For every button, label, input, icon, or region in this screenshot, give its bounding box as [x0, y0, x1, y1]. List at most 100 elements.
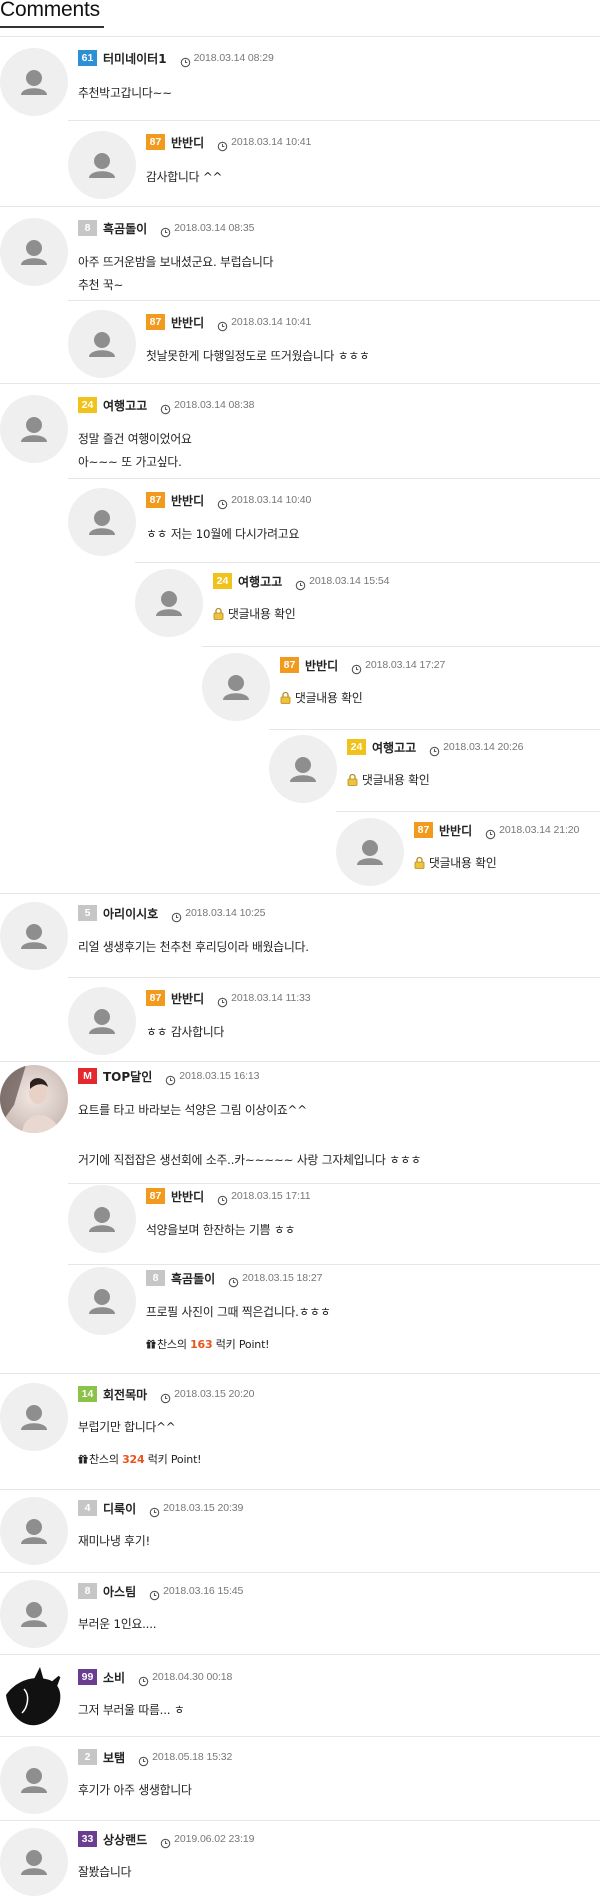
author-nickname[interactable]: 여행고고	[238, 573, 282, 590]
level-badge: 61	[78, 50, 97, 66]
comment-text: 재미나냉 후기!	[78, 1532, 150, 1549]
author-nickname[interactable]: 반반디	[439, 822, 472, 839]
avatar[interactable]	[68, 488, 136, 556]
avatar[interactable]	[0, 1580, 68, 1648]
comment-date: 2018.03.15 20:20	[174, 1388, 255, 1400]
comment-divider	[0, 1736, 600, 1737]
author-nickname[interactable]: 반반디	[171, 990, 204, 1007]
comment-line: ㅎㅎ 감사합니다	[146, 1025, 225, 1039]
lucky-point-notice: 찬스의 163 럭키 Point!	[146, 1336, 270, 1352]
avatar[interactable]	[269, 735, 337, 803]
comment-text: 잘봤습니다	[78, 1863, 131, 1880]
reply-item: 87 반반디 2018.03.14 11:33 ㅎㅎ 감사합니다	[68, 977, 600, 1061]
comment-meta: 8 흑곰돌이 2018.03.14 08:35	[78, 219, 254, 237]
comment-line: 리얼 생생후기는 천추천 후리딩이라 배웠습니다.	[78, 940, 309, 954]
comment-text: 석양을보며 한잔하는 기쁨 ㅎㅎ	[146, 1221, 295, 1238]
comment-line: 후기가 아주 생생합니다	[78, 1783, 192, 1797]
comment-divider	[0, 1654, 600, 1655]
author-nickname[interactable]: 보탬	[103, 1749, 125, 1766]
comment-line: 댓글내용 확인	[429, 856, 497, 870]
avatar[interactable]	[135, 569, 203, 637]
level-badge: 5	[78, 905, 97, 921]
author-nickname[interactable]: 소비	[103, 1669, 125, 1686]
comment-meta: 24 여행고고 2018.03.14 08:38	[78, 396, 254, 414]
avatar[interactable]	[0, 1828, 68, 1896]
comment-meta: 24 여행고고 2018.03.14 15:54	[213, 572, 389, 590]
author-nickname[interactable]: 아스팀	[103, 1583, 136, 1600]
avatar[interactable]	[336, 818, 404, 886]
comment-line: 추천박고갑니다~~	[78, 86, 172, 100]
author-nickname[interactable]: 회전목마	[103, 1386, 147, 1403]
secret-comment-text[interactable]: 댓글내용 확인	[414, 854, 497, 871]
comment-line: 추천 꾹~	[78, 278, 124, 292]
default-user-icon	[21, 1519, 47, 1544]
level-badge: 2	[78, 1749, 97, 1765]
author-nickname[interactable]: 반반디	[171, 134, 204, 151]
author-nickname[interactable]: 반반디	[171, 314, 204, 331]
avatar[interactable]	[68, 1267, 136, 1335]
comment-divider	[0, 1820, 600, 1821]
avatar[interactable]	[0, 1746, 68, 1814]
comment-date: 2018.03.15 17:11	[231, 1190, 311, 1202]
author-nickname[interactable]: 터미네이터1	[103, 50, 167, 67]
comment-item: 14 회전목마 2018.03.15 20:20 부럽기만 합니다^^ 찬스의 324 …	[0, 1373, 600, 1489]
comment-line: 재미나냉 후기!	[78, 1534, 150, 1548]
reply-item: 87 반반디 2018.03.15 17:11 석양을보며 한잔하는 기쁨 ㅎㅎ	[68, 1183, 600, 1264]
comment-date: 2018.03.15 20:39	[163, 1502, 244, 1514]
author-nickname[interactable]: 흑곰돌이	[171, 1270, 215, 1287]
secret-comment-text[interactable]: 댓글내용 확인	[347, 771, 430, 788]
avatar[interactable]	[68, 1185, 136, 1253]
comment-meta: 87 반반디 2018.03.14 10:41	[146, 313, 311, 331]
clock-icon	[171, 908, 182, 922]
default-user-icon	[21, 924, 47, 949]
author-nickname[interactable]: 상상랜드	[103, 1831, 147, 1848]
author-nickname[interactable]: 흑곰돌이	[103, 220, 147, 237]
comment-text: 후기가 아주 생생합니다	[78, 1781, 192, 1798]
avatar[interactable]	[0, 218, 68, 286]
author-nickname[interactable]: 여행고고	[372, 739, 416, 756]
clock-icon	[217, 993, 228, 1007]
comment-divider	[0, 1373, 600, 1374]
comment-line: 잘봤습니다	[78, 1865, 132, 1879]
avatar[interactable]	[0, 902, 68, 970]
comment-text: 아~~~ 또 가고싶다.	[78, 453, 182, 470]
avatar[interactable]	[0, 1065, 68, 1133]
profile-photo	[0, 1065, 68, 1133]
comment-divider	[68, 300, 600, 301]
reply-item: 87 반반디 2018.03.14 17:27 댓글내용 확인	[202, 646, 600, 729]
avatar[interactable]	[68, 310, 136, 378]
comment-line: 프로필 사진이 그때 찍은겁니다.ㅎㅎㅎ	[146, 1305, 331, 1319]
comment-date: 2018.03.14 08:38	[174, 399, 255, 411]
clock-icon	[429, 742, 440, 756]
avatar[interactable]	[0, 1665, 68, 1733]
comment-divider	[0, 1489, 600, 1490]
default-user-icon	[223, 675, 249, 700]
avatar[interactable]	[68, 987, 136, 1055]
comment-divider	[68, 1183, 600, 1184]
author-nickname[interactable]: TOP달인	[103, 1068, 152, 1085]
secret-comment-text[interactable]: 댓글내용 확인	[280, 689, 363, 706]
author-nickname[interactable]: 반반디	[305, 657, 338, 674]
avatar[interactable]	[202, 653, 270, 721]
comment-divider	[68, 977, 600, 978]
comment-date: 2018.03.14 20:26	[443, 741, 524, 753]
level-badge: 87	[280, 657, 299, 673]
avatar[interactable]	[0, 1383, 68, 1451]
clock-icon	[295, 576, 306, 590]
author-nickname[interactable]: 반반디	[171, 492, 204, 509]
author-nickname[interactable]: 아리이시호	[103, 905, 158, 922]
secret-comment-text[interactable]: 댓글내용 확인	[213, 605, 296, 622]
author-nickname[interactable]: 반반디	[171, 1188, 204, 1205]
author-nickname[interactable]: 여행고고	[103, 397, 147, 414]
comment-item: 8 아스팀 2018.03.16 15:45 부러운 1인요....	[0, 1572, 600, 1654]
comment-text: 감사합니다 ^^	[146, 168, 222, 185]
avatar[interactable]	[0, 1497, 68, 1565]
comment-item: M TOP달인 2018.03.15 16:13 요트를 타고 바라보는 석양은 그림…	[0, 1061, 600, 1183]
gift-icon	[146, 1339, 156, 1349]
level-badge: 33	[78, 1831, 97, 1847]
avatar[interactable]	[0, 395, 68, 463]
avatar[interactable]	[68, 131, 136, 199]
author-nickname[interactable]: 디룩이	[103, 1500, 136, 1517]
lock-icon	[213, 607, 224, 620]
avatar[interactable]	[0, 48, 68, 116]
